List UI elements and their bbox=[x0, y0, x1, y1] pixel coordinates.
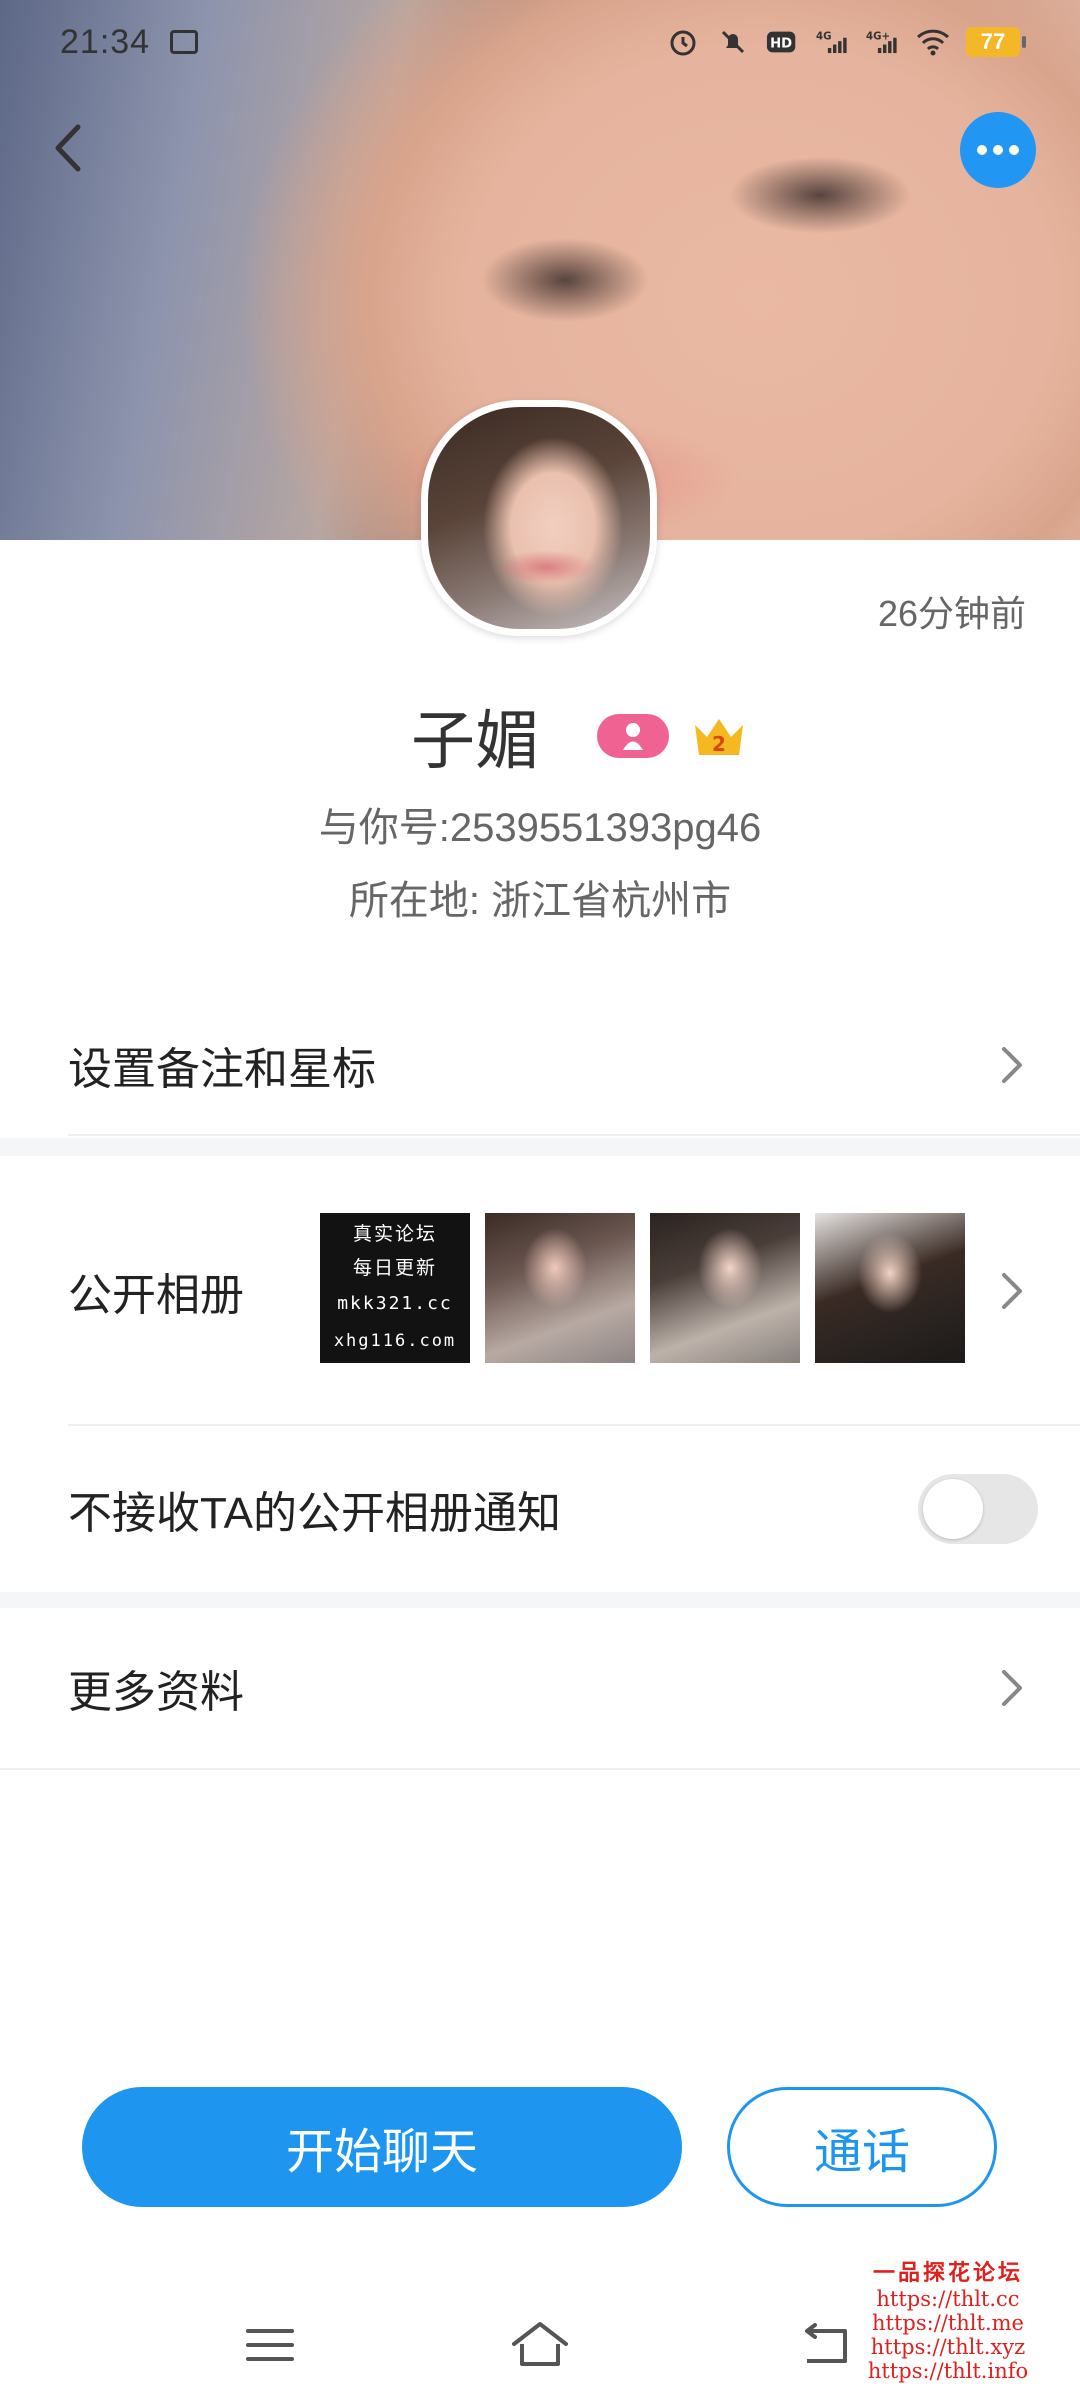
set-remark-row[interactable]: 设置备注和星标 bbox=[0, 990, 1080, 1140]
hd-icon: HD bbox=[766, 25, 800, 59]
divider bbox=[68, 1134, 1080, 1136]
album-thumbnail[interactable] bbox=[650, 1213, 800, 1363]
album-thumbnail[interactable] bbox=[815, 1213, 965, 1363]
section-gap bbox=[0, 1138, 1080, 1156]
home-icon[interactable] bbox=[505, 2310, 575, 2380]
start-chat-button[interactable]: 开始聊天 bbox=[82, 2087, 682, 2207]
svg-text:4G+: 4G+ bbox=[866, 31, 890, 42]
more-options-button[interactable] bbox=[960, 112, 1036, 188]
crown-level-number: 2 bbox=[712, 732, 726, 756]
profile-name: 子媚 bbox=[411, 705, 539, 777]
album-thumbnails: 真实论坛 每日更新 mkk321.cc xhg116.com bbox=[320, 1213, 965, 1363]
thumb-text: 真实论坛 bbox=[352, 1223, 437, 1245]
thumb-text: mkk321.cc bbox=[337, 1293, 453, 1314]
status-time: 21:34 bbox=[60, 22, 151, 61]
signal-4g-plus-icon: 4G+ bbox=[866, 25, 900, 59]
watermark: 一品探花论坛 https://thlt.cc https://thlt.me h… bbox=[848, 2255, 1048, 2383]
alarm-icon bbox=[666, 25, 700, 59]
status-bar: 21:34 HD 4G 4G+ 77 bbox=[0, 0, 1080, 84]
svg-text:4G: 4G bbox=[816, 31, 831, 42]
toggle-knob bbox=[923, 1479, 983, 1539]
avatar[interactable] bbox=[421, 400, 657, 636]
call-button[interactable]: 通话 bbox=[727, 2087, 997, 2207]
album-thumbnail[interactable]: 真实论坛 每日更新 mkk321.cc xhg116.com bbox=[320, 1213, 470, 1363]
watermark-url: https://thlt.cc bbox=[876, 2287, 1020, 2311]
name-row: 子媚 2 bbox=[0, 690, 1080, 782]
chevron-right-icon bbox=[992, 1045, 1032, 1085]
public-album-label: 公开相册 bbox=[68, 1271, 244, 1320]
set-remark-label: 设置备注和星标 bbox=[68, 1045, 376, 1094]
crown-level-badge: 2 bbox=[689, 711, 749, 761]
chevron-right-icon bbox=[992, 1271, 1032, 1311]
location: 所在地: 浙江省杭州市 bbox=[348, 879, 732, 923]
battery-indicator: 77 bbox=[966, 27, 1026, 57]
album-thumbnail[interactable] bbox=[485, 1213, 635, 1363]
divider bbox=[0, 1768, 1080, 1770]
watermark-url: https://thlt.me bbox=[872, 2311, 1024, 2335]
svg-text:HD: HD bbox=[770, 37, 792, 52]
watermark-title: 一品探花论坛 bbox=[872, 2260, 1023, 2285]
mute-icon bbox=[716, 25, 750, 59]
sim-icon bbox=[170, 30, 199, 54]
thumb-text: 每日更新 bbox=[352, 1257, 437, 1279]
menu-icon[interactable] bbox=[235, 2310, 305, 2380]
female-gender-badge bbox=[597, 714, 669, 758]
account-id: 与你号:2539551393pg46 bbox=[318, 806, 762, 850]
album-notify-toggle[interactable] bbox=[918, 1474, 1038, 1544]
last-seen-time: 26分钟前 bbox=[877, 593, 1026, 634]
female-icon bbox=[623, 723, 643, 750]
thumb-text: xhg116.com bbox=[333, 1331, 457, 1351]
watermark-url: https://thlt.info bbox=[867, 2359, 1029, 2383]
status-icons: HD 4G 4G+ 77 bbox=[666, 25, 1026, 59]
more-dots-icon bbox=[977, 145, 1019, 155]
album-notify-label: 不接收TA的公开相册通知 bbox=[68, 1489, 561, 1538]
album-notify-row: 不接收TA的公开相册通知 bbox=[0, 1426, 1080, 1592]
more-info-label: 更多资料 bbox=[68, 1668, 244, 1717]
chevron-right-icon bbox=[992, 1668, 1032, 1708]
wifi-icon bbox=[916, 25, 950, 59]
crown-icon: 2 bbox=[695, 719, 743, 756]
back-button[interactable] bbox=[38, 118, 98, 178]
watermark-url: https://thlt.xyz bbox=[870, 2335, 1026, 2359]
section-gap bbox=[0, 1592, 1080, 1608]
signal-4g-icon: 4G bbox=[816, 25, 850, 59]
chevron-left-icon bbox=[55, 124, 81, 172]
more-info-row[interactable]: 更多资料 bbox=[0, 1608, 1080, 1768]
